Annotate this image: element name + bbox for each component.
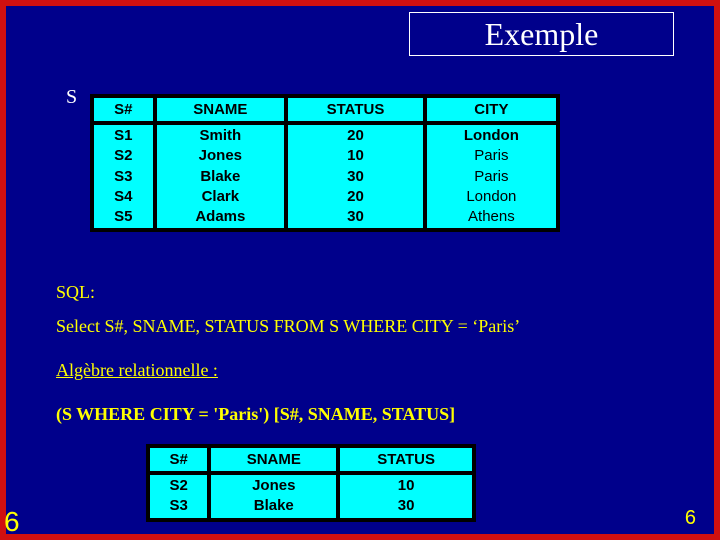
- sql-statement: Select S#, SNAME, STATUS FROM S WHERE CI…: [56, 316, 520, 337]
- cell: 20 10 30 20 30: [288, 125, 423, 228]
- table-row: S# SNAME STATUS: [150, 448, 472, 471]
- table-s: S# SNAME STATUS CITY S1 S2 S3 S4 S5: [90, 94, 560, 232]
- cell: London Paris Paris London Athens: [427, 125, 556, 228]
- cell: Smith Jones Blake Clark Adams: [157, 125, 285, 228]
- table-row: S1 S2 S3 S4 S5 Smith Jones Blake Clark A…: [94, 125, 556, 228]
- slide-title: Exemple: [485, 16, 599, 53]
- col-header: SNAME: [157, 98, 285, 121]
- col-header: CITY: [427, 98, 556, 121]
- table-result: S# SNAME STATUS S2 S3 Jones Blake: [146, 444, 476, 522]
- title-box: Exemple: [409, 12, 674, 56]
- table-row: S# SNAME STATUS CITY: [94, 98, 556, 121]
- cell: S2 S3: [150, 475, 207, 518]
- algebra-expr: (S WHERE CITY = 'Paris') [S#, SNAME, STA…: [56, 404, 455, 425]
- page-number-left: 6: [4, 506, 20, 538]
- col-header: STATUS: [340, 448, 472, 471]
- col-header: S#: [150, 448, 207, 471]
- cell: S1 S2 S3 S4 S5: [94, 125, 153, 228]
- cell: Jones Blake: [211, 475, 336, 518]
- table-s-label: S: [66, 86, 77, 109]
- table-s-table: S# SNAME STATUS CITY S1 S2 S3 S4 S5: [90, 94, 560, 232]
- col-header: SNAME: [211, 448, 336, 471]
- col-header: S#: [94, 98, 153, 121]
- table-row: S2 S3 Jones Blake 10 30: [150, 475, 472, 518]
- table-result-table: S# SNAME STATUS S2 S3 Jones Blake: [146, 444, 476, 522]
- sql-label: SQL:: [56, 282, 95, 303]
- col-header: STATUS: [288, 98, 423, 121]
- algebra-label: Algèbre relationnelle :: [56, 360, 218, 381]
- cell: 10 30: [340, 475, 472, 518]
- page-number-right: 6: [685, 507, 696, 530]
- slide: Exemple S S# SNAME STATUS CITY S1 S2 S3: [6, 6, 714, 534]
